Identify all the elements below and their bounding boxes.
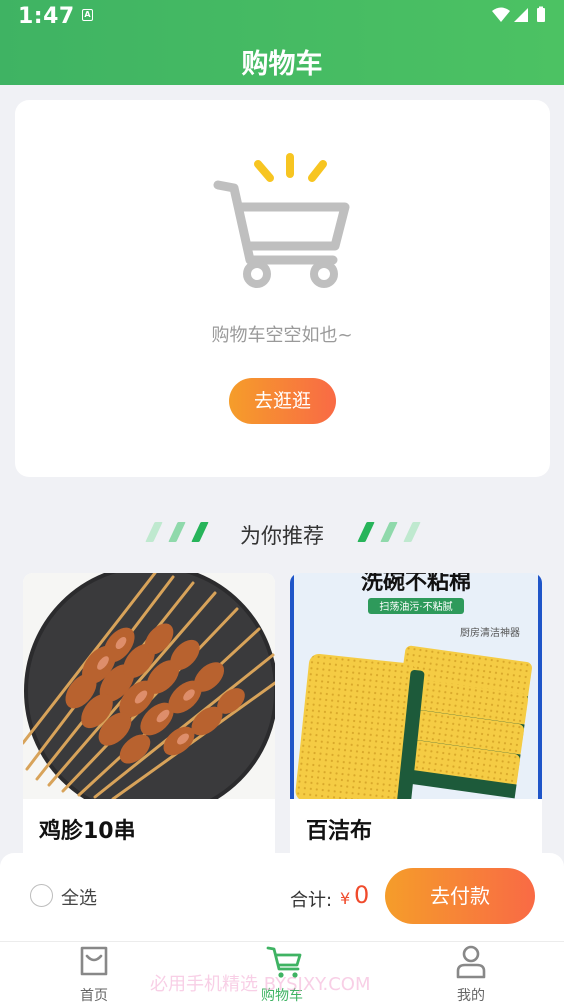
signal-icon xyxy=(514,8,528,22)
empty-cart-icon xyxy=(213,153,350,288)
go-shopping-button[interactable]: 去逛逛 xyxy=(229,378,336,424)
select-all-label[interactable]: 全选 xyxy=(61,884,97,910)
page-title: 购物车 xyxy=(241,49,323,80)
pay-button[interactable]: 去付款 xyxy=(385,868,535,924)
product-card-sponge[interactable]: 洗碗不粘棉 扫荡油污·不粘腻 厨房清洁神器 百洁布 xyxy=(290,573,542,873)
currency-symbol: ¥ xyxy=(340,889,351,908)
sponge-headline: 洗碗不粘棉 xyxy=(361,573,471,595)
sponge-badge: 扫荡油污·不粘腻 xyxy=(379,600,452,613)
tab-label: 首页 xyxy=(80,988,108,1004)
status-icons xyxy=(492,6,545,22)
select-all-radio[interactable] xyxy=(30,884,53,907)
product-image-skewers xyxy=(23,573,275,799)
tab-profile[interactable]: 我的 xyxy=(416,942,526,1004)
tab-label: 我的 xyxy=(457,988,485,1004)
product-name: 鸡胗10串 xyxy=(39,819,136,844)
status-time: 1:47 xyxy=(18,4,75,29)
product-image-sponge: 洗碗不粘棉 扫荡油污·不粘腻 厨房清洁神器 xyxy=(290,573,542,799)
product-card-skewers[interactable]: 鸡胗10串 xyxy=(23,573,275,873)
shopping-bag-icon xyxy=(80,946,108,976)
product-name: 百洁布 xyxy=(306,819,373,844)
checkout-bar: 全选 合计: ¥ 0 去付款 xyxy=(0,853,564,941)
recommend-title: 为你推荐 xyxy=(240,524,324,548)
status-bar: 1:47 A xyxy=(0,0,564,32)
wifi-icon xyxy=(492,7,510,22)
total-label: 合计: xyxy=(290,890,333,911)
tab-home[interactable]: 首页 xyxy=(39,942,149,1004)
notification-icon: A xyxy=(82,9,93,21)
recommend-header: 为你推荐 xyxy=(0,518,564,548)
total-amount: 0 xyxy=(354,881,370,909)
battery-icon xyxy=(537,8,545,22)
user-icon xyxy=(456,945,486,979)
watermark: 必用手机精选 BYSJXY.COM xyxy=(150,974,371,995)
empty-cart-message: 购物车空空如也~ xyxy=(211,325,353,346)
sponge-caption: 厨房清洁神器 xyxy=(460,626,520,639)
